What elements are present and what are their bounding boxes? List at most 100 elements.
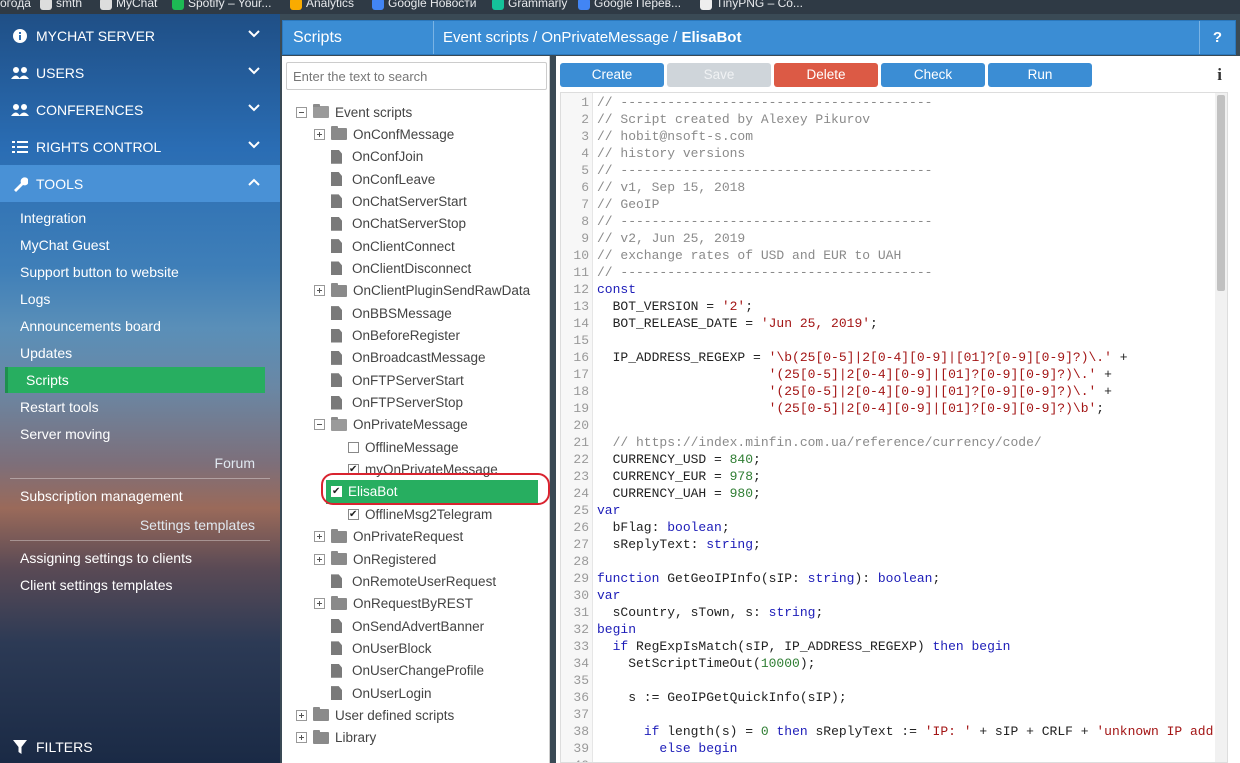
bookmark-item[interactable]: MyChat bbox=[100, 0, 157, 10]
help-button[interactable]: ? bbox=[1199, 21, 1235, 54]
line-number: 13 bbox=[573, 299, 589, 314]
checkbox-checked[interactable] bbox=[348, 508, 359, 520]
expand-icon[interactable] bbox=[314, 598, 325, 610]
tree-event-item[interactable]: OnSendAdvertBanner bbox=[314, 616, 484, 636]
sidebar-item-subscription[interactable]: Subscription management bbox=[20, 488, 183, 504]
bookmark-item[interactable]: Analytics bbox=[290, 0, 354, 10]
bookmark-item[interactable]: smth bbox=[40, 0, 82, 10]
sidebar-item-server-moving[interactable]: Server moving bbox=[20, 426, 110, 442]
tree-event-item[interactable]: OnUserChangeProfile bbox=[314, 661, 484, 681]
code-line: 18 '(25[0-5]|2[0-4][0-9]|[01]?[0-9][0-9]… bbox=[561, 383, 1227, 400]
bookmark-item[interactable]: Spotify – Your... bbox=[172, 0, 271, 10]
bookmark-item[interactable]: Grammarly bbox=[492, 0, 567, 10]
tree-event-item[interactable]: OnChatServerStop bbox=[314, 214, 466, 234]
tree-script-item[interactable]: OfflineMessage bbox=[348, 437, 459, 457]
line-number: 40 bbox=[561, 757, 589, 762]
tree-event-item[interactable]: OnBeforeRegister bbox=[314, 326, 460, 346]
tree-event-item[interactable]: OnChatServerStart bbox=[314, 191, 467, 211]
tree-event-item[interactable]: OnUserLogin bbox=[314, 683, 432, 703]
document-icon bbox=[331, 261, 342, 276]
code-token: function bbox=[597, 571, 660, 586]
save-button[interactable]: Save bbox=[667, 63, 771, 87]
tree-script-item[interactable]: OfflineMsg2Telegram bbox=[348, 504, 492, 524]
code-token: ); bbox=[799, 656, 816, 671]
sidebar-item-support-button[interactable]: Support button to website bbox=[20, 264, 179, 280]
sidebar-item-announcements[interactable]: Announcements board bbox=[20, 318, 161, 334]
scrollbar-thumb[interactable] bbox=[1217, 95, 1225, 291]
tree-event-item[interactable]: OnRemoteUserRequest bbox=[314, 571, 496, 591]
tree-folder-item[interactable]: OnRegistered bbox=[314, 549, 436, 569]
tree-folder-item[interactable]: Event scripts bbox=[296, 102, 412, 122]
delete-button[interactable]: Delete bbox=[774, 63, 878, 87]
expand-icon[interactable] bbox=[314, 128, 325, 140]
tree-event-item[interactable]: OnConfLeave bbox=[314, 169, 435, 189]
info-icon[interactable]: i bbox=[1217, 65, 1222, 85]
line-number: 19 bbox=[573, 401, 589, 416]
tree-folder-item[interactable]: OnRequestByREST bbox=[314, 594, 473, 614]
bookmark-favicon-icon bbox=[372, 0, 384, 10]
nav-section-rights-control[interactable]: RIGHTS CONTROL bbox=[0, 128, 280, 165]
expand-icon[interactable] bbox=[296, 709, 307, 721]
nav-section-tools[interactable]: TOOLS bbox=[0, 165, 280, 202]
sidebar-item-integration[interactable]: Integration bbox=[20, 210, 86, 226]
code-line: 2 // Script created by Alexey Pikurov bbox=[561, 111, 1227, 128]
expand-icon[interactable] bbox=[314, 553, 325, 565]
search-input[interactable] bbox=[286, 62, 547, 90]
collapse-icon[interactable] bbox=[314, 419, 325, 431]
tree-event-item[interactable]: OnConfJoin bbox=[314, 147, 423, 167]
sidebar-item-mychat-guest[interactable]: MyChat Guest bbox=[20, 237, 109, 253]
sidebar-item-updates[interactable]: Updates bbox=[20, 345, 72, 361]
nav-section-mychat-server[interactable]: MYCHAT SERVER bbox=[0, 17, 280, 54]
code-token: '(25[0-5]|2[0-4][0-9]|[01]?[0-9][0-9]?)\… bbox=[768, 384, 1097, 399]
code-line: 35 bbox=[561, 672, 1227, 689]
checkbox-unchecked[interactable] bbox=[348, 441, 359, 453]
tree-event-item[interactable]: OnClientDisconnect bbox=[314, 258, 471, 278]
sidebar-item-assigning-settings[interactable]: Assigning settings to clients bbox=[20, 550, 192, 566]
tree-event-item[interactable]: OnFTPServerStop bbox=[314, 393, 463, 413]
sidebar-item-scripts[interactable]: Scripts bbox=[5, 367, 265, 393]
code-token: BOT_VERSION = bbox=[597, 299, 722, 314]
folder-icon bbox=[331, 595, 347, 610]
vertical-scrollbar[interactable] bbox=[1215, 93, 1227, 762]
code-editor[interactable]: 1 // ------------------------------------… bbox=[560, 92, 1228, 763]
code-line: 9 // v2, Jun 25, 2019 bbox=[561, 230, 1227, 247]
line-number: 33 bbox=[573, 639, 589, 654]
breadcrumb: Event scripts / OnPrivateMessage / Elisa… bbox=[443, 29, 741, 46]
run-button[interactable]: Run bbox=[988, 63, 1092, 87]
bookmark-item[interactable]: огода bbox=[0, 0, 31, 10]
tree-event-item[interactable]: OnUserBlock bbox=[314, 638, 432, 658]
line-number: 9 bbox=[581, 231, 589, 246]
expand-icon[interactable] bbox=[314, 285, 325, 297]
code-line: 19 '(25[0-5]|2[0-4][0-9]|[01]?[0-9][0-9]… bbox=[561, 400, 1227, 417]
expand-icon[interactable] bbox=[314, 531, 325, 543]
sidebar-item-client-templates[interactable]: Client settings templates bbox=[20, 577, 173, 593]
tree-folder-item[interactable]: OnClientPluginSendRawData bbox=[314, 281, 530, 301]
nav-section-conferences[interactable]: CONFERENCES bbox=[0, 91, 280, 128]
tree-folder-item[interactable]: OnPrivateRequest bbox=[314, 527, 463, 547]
tree-folder-item[interactable]: OnPrivateMessage bbox=[314, 415, 468, 435]
line-number: 2 bbox=[581, 112, 589, 127]
check-button[interactable]: Check bbox=[881, 63, 985, 87]
nav-section-filters[interactable]: FILTERS bbox=[0, 728, 280, 763]
bookmark-item[interactable]: Google Новости bbox=[372, 0, 476, 10]
collapse-icon[interactable] bbox=[296, 106, 307, 118]
tree-event-item[interactable]: OnBroadcastMessage bbox=[314, 348, 486, 368]
tree-event-item[interactable]: OnBBSMessage bbox=[314, 303, 452, 323]
tree-event-item[interactable]: OnClientConnect bbox=[314, 236, 455, 256]
code-token: // -------------------------------------… bbox=[597, 95, 933, 110]
bookmark-item[interactable]: Google Перев... bbox=[578, 0, 681, 10]
create-button[interactable]: Create bbox=[560, 63, 664, 87]
expand-icon[interactable] bbox=[296, 732, 307, 744]
nav-section-users[interactable]: USERS bbox=[0, 54, 280, 91]
tree-folder-item[interactable]: User defined scripts bbox=[296, 705, 454, 725]
tree-folder-item[interactable]: Library bbox=[296, 728, 376, 748]
code-token: ; bbox=[1096, 401, 1105, 416]
code-token: 10000 bbox=[760, 656, 800, 671]
tree-folder-item[interactable]: OnConfMessage bbox=[314, 124, 454, 144]
tree-event-item[interactable]: OnFTPServerStart bbox=[314, 370, 464, 390]
sidebar-item-logs[interactable]: Logs bbox=[20, 291, 50, 307]
sidebar-item-restart-tools[interactable]: Restart tools bbox=[20, 399, 99, 415]
code-token: if bbox=[643, 724, 660, 739]
bookmark-item[interactable]: TinyPNG – Co... bbox=[700, 0, 803, 10]
